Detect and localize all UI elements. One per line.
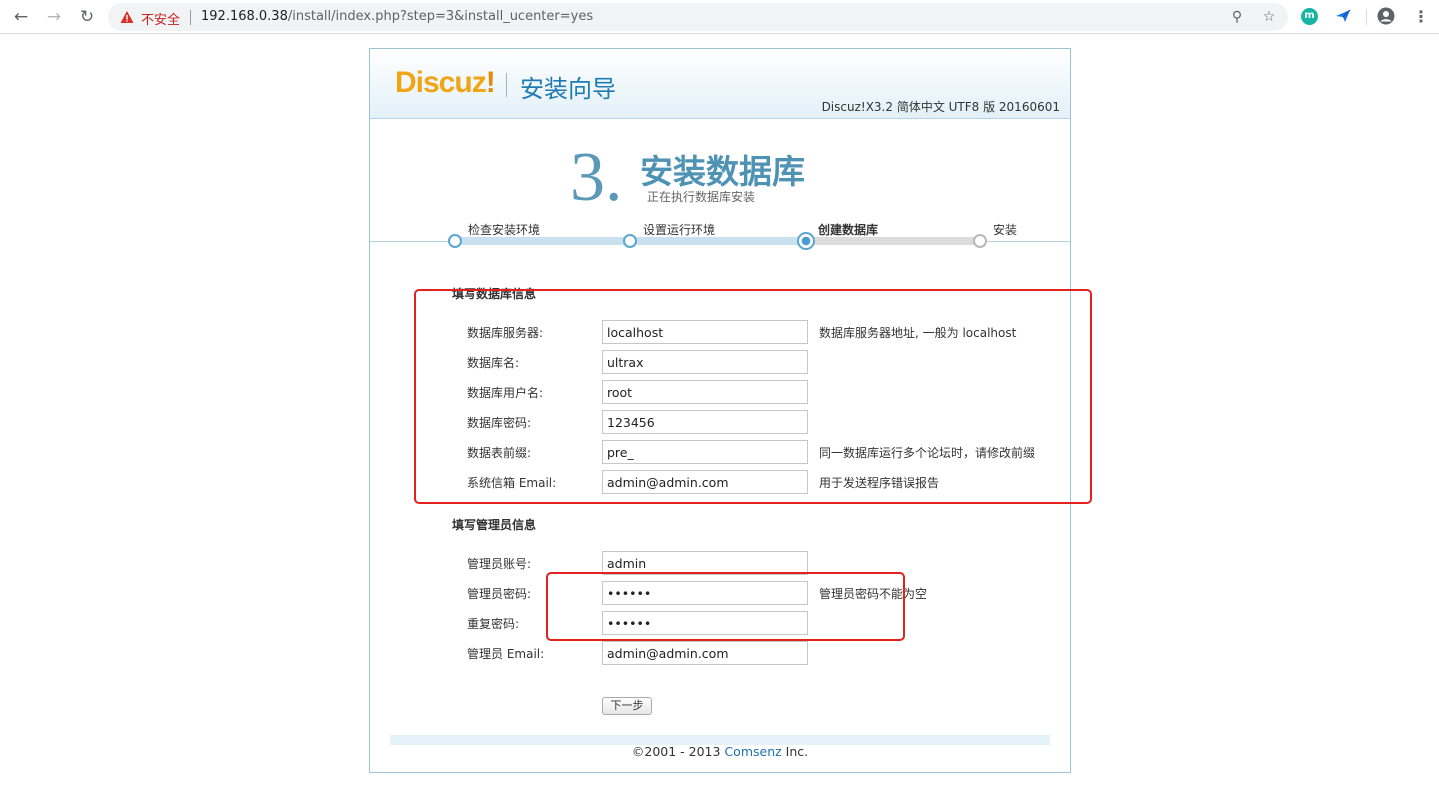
step-dot-install [973, 234, 987, 248]
installer-header: Discuz! 安装向导 Discuz!X3.2 简体中文 UTF8 版 201… [370, 49, 1070, 119]
back-arrow-icon[interactable]: ← [10, 6, 32, 28]
url-host: 192.168.0.38 [201, 9, 288, 24]
menu-kebab-icon[interactable]: ⋮ [1413, 6, 1429, 28]
admin-email-input[interactable] [602, 641, 808, 665]
step-subtitle: 正在执行数据库安装 [647, 190, 756, 204]
step-dot-check-env [448, 234, 462, 248]
key-icon[interactable]: ⚲ [1229, 9, 1245, 25]
next-step-button[interactable]: 下一步 [602, 697, 652, 715]
discuz-logo: Discuz! [395, 66, 496, 100]
address-bar[interactable]: 不安全 192.168.0.38/install/index.php?step=… [108, 3, 1288, 31]
step-label-setup-env: 设置运行环境 [643, 223, 716, 237]
copyright-suffix: Inc. [781, 744, 809, 759]
forward-arrow-icon[interactable]: → [43, 6, 65, 28]
copyright-footer: ©2001 - 2013 Comsenz Inc. [370, 744, 1070, 759]
url-path: /install/index.php?step=3&install_ucente… [287, 9, 594, 24]
warning-icon [120, 11, 134, 23]
step-title: 安装数据库 [640, 152, 805, 191]
wizard-title: 安装向导 [520, 75, 616, 103]
bird-extension-icon[interactable] [1334, 7, 1352, 25]
browser-toolbar: ← → ↻ 不安全 192.168.0.38/install/index.php… [0, 0, 1439, 34]
toolbar-divider [1366, 9, 1367, 25]
admin-email-label: 管理员 Email: [467, 647, 545, 661]
admin-password-label: 管理员密码: [467, 587, 532, 601]
step-label-create-db: 创建数据库 [818, 223, 879, 237]
admin-account-label: 管理员账号: [467, 557, 532, 571]
step-dot-setup-env [623, 234, 637, 248]
url-text[interactable]: 192.168.0.38/install/index.php?step=3&in… [201, 9, 593, 24]
logo-text: Discuz [395, 66, 487, 99]
comsenz-link[interactable]: Comsenz [724, 744, 781, 759]
logo-divider [506, 73, 507, 97]
step-label-check-env: 检查安装环境 [468, 223, 541, 237]
admin-section-title: 填写管理员信息 [452, 518, 537, 532]
step-number: 3. [570, 139, 623, 216]
star-icon[interactable]: ☆ [1261, 9, 1277, 25]
omnibox-divider [190, 10, 191, 25]
step-dot-create-db [797, 232, 815, 250]
db-fields-highlight-box [414, 289, 1092, 504]
version-info: Discuz!X3.2 简体中文 UTF8 版 20160601 [821, 100, 1060, 114]
step-label-install: 安装 [993, 223, 1018, 237]
reload-icon[interactable]: ↻ [76, 6, 98, 28]
account-icon[interactable] [1377, 7, 1395, 25]
logo-bang: ! [485, 66, 496, 99]
extension-m-icon[interactable]: m [1301, 8, 1318, 25]
password-fields-highlight-box [546, 572, 905, 641]
copyright-prefix: ©2001 - 2013 [631, 744, 725, 759]
repeat-password-label: 重复密码: [467, 617, 520, 631]
not-secure-label[interactable]: 不安全 [141, 9, 180, 28]
